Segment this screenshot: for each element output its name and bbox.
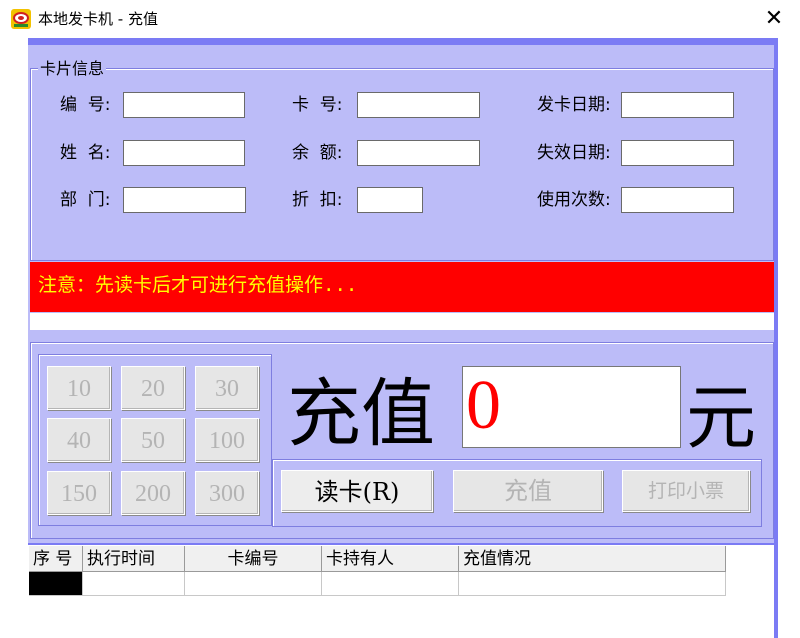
window-title: 本地发卡机 - 充值 <box>38 10 158 28</box>
label-name: 姓 名: <box>60 143 111 163</box>
app-logo-icon <box>11 9 31 29</box>
issue-date-field[interactable] <box>621 92 734 118</box>
label-expiry-date: 失效日期: <box>537 143 611 163</box>
amount-value: 0 <box>466 367 501 444</box>
amount-button-40[interactable]: 40 <box>47 418 111 462</box>
number-field[interactable] <box>123 92 245 118</box>
usage-count-field[interactable] <box>621 187 734 213</box>
table-cell[interactable] <box>459 572 726 596</box>
table-row-selector[interactable] <box>29 572 83 596</box>
column-header-index[interactable]: 序 号 <box>29 546 83 572</box>
card-number-field[interactable] <box>357 92 480 118</box>
table-cell[interactable] <box>322 572 459 596</box>
column-header-card-number[interactable]: 卡编号 <box>185 546 322 572</box>
amount-button-50[interactable]: 50 <box>121 418 185 462</box>
table-cell[interactable] <box>185 572 322 596</box>
amount-button-30[interactable]: 30 <box>195 366 259 410</box>
amount-button-20[interactable]: 20 <box>121 366 185 410</box>
label-card-number: 卡 号: <box>292 95 343 115</box>
balance-field[interactable] <box>357 140 480 166</box>
close-icon: ✕ <box>764 6 784 31</box>
table-cell[interactable] <box>83 572 185 596</box>
print-receipt-button[interactable]: 打印小票 <box>622 470 750 512</box>
close-button[interactable]: ✕ <box>752 2 796 36</box>
label-department: 部 门: <box>60 190 111 210</box>
amount-button-10[interactable]: 10 <box>47 366 111 410</box>
label-issue-date: 发卡日期: <box>537 95 611 115</box>
card-info-legend: 卡片信息 <box>38 59 107 79</box>
recharge-label: 充值 : <box>287 371 484 457</box>
department-field[interactable] <box>123 187 246 213</box>
name-field[interactable] <box>123 140 245 166</box>
recharge-button[interactable]: 充值 <box>453 470 603 512</box>
amount-button-150[interactable]: 150 <box>47 471 111 515</box>
column-header-time[interactable]: 执行时间 <box>83 546 185 572</box>
discount-field[interactable] <box>357 187 423 213</box>
label-balance: 余 额: <box>292 143 343 163</box>
expiry-date-field[interactable] <box>621 140 734 166</box>
amount-button-300[interactable]: 300 <box>195 471 259 515</box>
separator-strip <box>30 313 774 330</box>
amount-button-200[interactable]: 200 <box>121 471 185 515</box>
read-card-button[interactable]: 读卡(R) <box>281 470 433 512</box>
column-header-recharge-status[interactable]: 充值情况 <box>459 546 726 572</box>
label-discount: 折 扣: <box>292 190 343 210</box>
label-number: 编 号: <box>60 95 111 115</box>
amount-button-100[interactable]: 100 <box>195 418 259 462</box>
currency-unit: 元 <box>686 377 756 459</box>
label-usage-count: 使用次数: <box>537 190 611 210</box>
notice-text: 注意：先读卡后才可进行充值操作... <box>38 274 358 296</box>
column-header-card-holder[interactable]: 卡持有人 <box>322 546 459 572</box>
title-bar: 本地发卡机 - 充值 ✕ <box>0 0 800 38</box>
